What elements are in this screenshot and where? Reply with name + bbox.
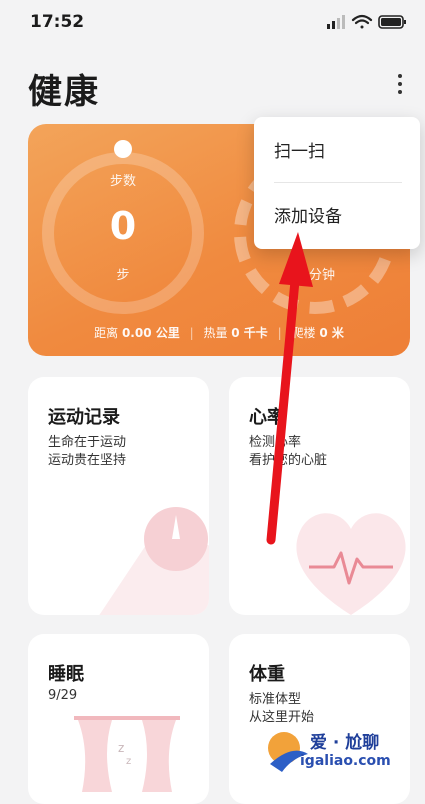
- card-title: 心率: [249, 407, 285, 428]
- signal-icon: [327, 15, 345, 29]
- card-subtitle: 9/29: [48, 688, 78, 703]
- watermark-text: 爱 · 尬聊: [310, 733, 380, 753]
- distance-label: 距离: [94, 326, 119, 340]
- menu-item-add-device[interactable]: 添加设备: [254, 187, 420, 247]
- watermark-url: igaliao.com: [300, 753, 391, 769]
- card-subtitle: 运动贵在坚持: [48, 453, 127, 468]
- steps-value: 0: [109, 204, 137, 248]
- status-icons: [327, 14, 406, 29]
- steps-label: 步数: [109, 174, 136, 189]
- calories-label: 热量: [203, 326, 228, 340]
- ring-progress-dot: [114, 140, 132, 158]
- curtain-illustration: z z: [74, 716, 180, 792]
- card-subtitle: 从这里开始: [249, 710, 315, 725]
- card-title: 运动记录: [48, 407, 120, 428]
- card-title: 睡眠: [48, 664, 84, 685]
- card-subtitle: 看护您的心脏: [249, 453, 328, 468]
- card-subtitle: 生命在于运动: [48, 435, 127, 450]
- minutes-unit: 分钟: [308, 268, 335, 283]
- floors-label: 爬楼: [291, 326, 316, 340]
- card-title: 体重: [249, 664, 285, 685]
- steps-unit: 步: [116, 268, 130, 283]
- heart-rate-card[interactable]: 心率 检测心率 看护您的心脏: [229, 377, 410, 615]
- floors-value: 0 米: [319, 326, 344, 340]
- battery-icon: [378, 15, 406, 29]
- sleep-card[interactable]: 睡眠 9/29 z z: [28, 634, 209, 804]
- options-menu: 扫一扫 添加设备: [254, 117, 420, 249]
- distance-value: 0.00 公里: [121, 326, 180, 340]
- wifi-icon: [351, 14, 373, 29]
- card-subtitle: 标准体型: [249, 692, 302, 707]
- status-time: 17:52: [30, 12, 85, 32]
- heart-icon: [296, 513, 406, 615]
- menu-divider: [274, 182, 402, 183]
- exercise-records-card[interactable]: 运动记录 生命在于运动 运动贵在坚持: [28, 377, 209, 615]
- exercise-illustration: [99, 507, 209, 615]
- activity-stats: 距离 0.00 公里 | 热量 0 千卡 | 爬楼 0 米: [94, 326, 344, 340]
- svg-text:z: z: [126, 756, 131, 767]
- calories-value: 0 千卡: [231, 326, 268, 340]
- svg-text:z: z: [118, 741, 124, 755]
- card-subtitle: 检测心率: [249, 435, 302, 450]
- more-options-icon[interactable]: [388, 70, 412, 104]
- menu-item-scan[interactable]: 扫一扫: [254, 122, 420, 182]
- page-title: 健康: [28, 72, 100, 112]
